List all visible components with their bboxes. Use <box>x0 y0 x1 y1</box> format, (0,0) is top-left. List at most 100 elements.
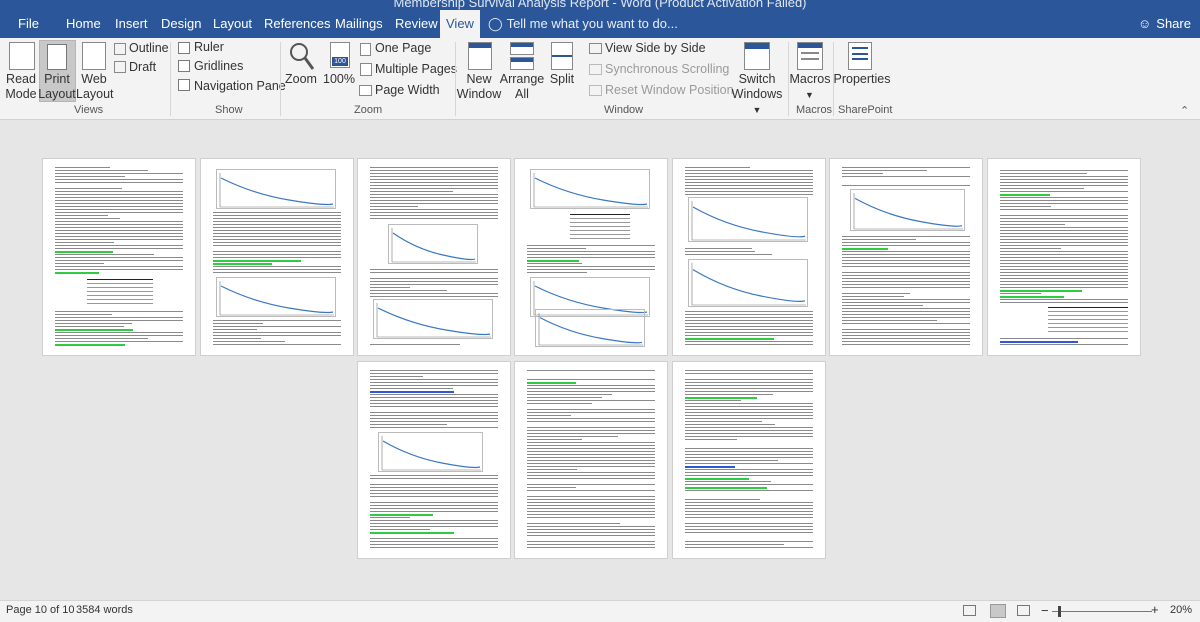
switch-windows-button[interactable]: Switch Windows ▼ <box>726 72 788 118</box>
page-width-button[interactable]: Page Width <box>375 83 440 97</box>
page-thumbnail[interactable] <box>514 361 668 559</box>
zoom-button[interactable]: Zoom <box>283 72 319 87</box>
tab-mailings[interactable]: Mailings <box>329 10 389 38</box>
text-line <box>842 293 911 294</box>
text-line <box>527 433 655 434</box>
zoom-100-button[interactable]: 100% <box>322 72 356 87</box>
text-line <box>55 215 109 216</box>
text-line <box>55 329 133 331</box>
text-line <box>55 272 100 274</box>
page-thumbnail[interactable] <box>357 158 511 356</box>
tab-home[interactable]: Home <box>60 10 107 38</box>
text-line <box>370 478 498 479</box>
text-line <box>685 379 813 380</box>
page-thumbnail[interactable] <box>672 361 826 559</box>
text-line <box>213 215 341 216</box>
tell-me-text: Tell me what you want to do... <box>506 16 678 31</box>
text-line <box>213 254 341 255</box>
text-line <box>685 314 813 315</box>
document-area[interactable] <box>0 120 1200 600</box>
tab-design[interactable]: Design <box>155 10 207 38</box>
text-line <box>1000 275 1128 276</box>
read-mode-button[interactable]: Read Mode <box>2 72 40 102</box>
text-line <box>842 278 970 279</box>
tab-view[interactable]: View <box>440 10 480 38</box>
tab-review[interactable]: Review <box>389 10 444 38</box>
new-window-button[interactable]: New Window <box>456 72 502 102</box>
text-line <box>1000 281 1128 282</box>
switch-windows-icon <box>744 42 770 70</box>
text-line <box>842 239 916 240</box>
new-window-label-2: Window <box>456 87 502 101</box>
zoom-in-icon[interactable]: + <box>1151 602 1159 617</box>
zoom-out-icon[interactable]: − <box>1041 603 1049 618</box>
text-line <box>370 391 455 393</box>
text-line <box>527 436 619 437</box>
word-count[interactable]: 3584 words <box>76 604 133 616</box>
macros-button[interactable]: Macros <box>789 72 831 87</box>
collapse-ribbon-icon[interactable]: ⌃ <box>1180 104 1189 117</box>
text-line <box>685 403 813 404</box>
synchronous-scrolling-button[interactable]: Synchronous Scrolling <box>605 62 729 76</box>
multiple-pages-button[interactable]: Multiple Pages <box>375 62 457 76</box>
page-thumbnail[interactable] <box>829 158 983 356</box>
text-line <box>370 179 498 180</box>
split-button[interactable]: Split <box>546 72 578 87</box>
arrange-all-icon <box>510 42 534 55</box>
page-thumbnail[interactable] <box>672 158 826 356</box>
text-line <box>213 269 341 270</box>
tab-insert[interactable]: Insert <box>109 10 154 38</box>
web-layout-button[interactable]: Web Layout <box>76 72 114 102</box>
print-layout-view-icon[interactable] <box>990 604 1006 618</box>
tell-me-search[interactable]: ◯ Tell me what you want to do... <box>488 10 678 38</box>
text-line <box>685 505 813 506</box>
magnifier-icon <box>290 43 314 70</box>
one-page-button[interactable]: One Page <box>375 41 431 55</box>
text-line <box>685 541 813 542</box>
text-line <box>1000 194 1051 196</box>
text-line <box>55 209 183 210</box>
page-thumbnail[interactable] <box>42 158 196 356</box>
text-line <box>527 451 655 452</box>
tab-references[interactable]: References <box>258 10 336 38</box>
properties-button[interactable]: Properties <box>832 72 892 87</box>
zoom-level[interactable]: 20% <box>1170 604 1192 616</box>
text-line <box>370 526 498 527</box>
view-side-by-side-button[interactable]: View Side by Side <box>605 41 706 55</box>
text-line <box>685 451 813 452</box>
read-mode-view-icon[interactable] <box>963 605 976 616</box>
text-line <box>55 203 183 204</box>
text-line <box>370 412 498 413</box>
text-line <box>55 320 183 321</box>
gridlines-checkbox[interactable] <box>178 60 190 72</box>
tab-layout[interactable]: Layout <box>207 10 258 38</box>
text-line <box>1000 218 1128 219</box>
text-line <box>685 472 813 473</box>
reset-window-position-button[interactable]: Reset Window Position <box>605 83 734 97</box>
draft-button[interactable]: Draft <box>129 60 156 74</box>
text-line <box>55 221 183 222</box>
text-line <box>685 481 772 482</box>
chevron-down-icon: ▼ <box>752 105 762 115</box>
text-line <box>1000 182 1128 183</box>
text-line <box>685 469 813 470</box>
page-thumbnail[interactable] <box>200 158 354 356</box>
text-line <box>370 484 498 485</box>
text-line <box>370 403 498 404</box>
ruler-checkbox[interactable] <box>178 42 190 54</box>
page-thumbnail[interactable] <box>514 158 668 356</box>
web-layout-view-icon[interactable] <box>1017 605 1030 616</box>
text-line <box>685 317 813 318</box>
zoom-slider-track[interactable] <box>1052 611 1152 612</box>
text-line <box>842 323 970 324</box>
arrange-all-button[interactable]: Arrange All <box>499 72 545 102</box>
text-line <box>370 373 498 374</box>
page-thumbnail[interactable] <box>987 158 1141 356</box>
navigation-pane-checkbox[interactable] <box>178 79 190 91</box>
tab-file[interactable]: File <box>12 10 45 38</box>
page-thumbnail[interactable] <box>357 361 511 559</box>
share-button[interactable]: ☺ Share <box>1138 10 1191 38</box>
zoom-slider-thumb[interactable] <box>1058 606 1061 617</box>
outline-button[interactable]: Outline <box>129 41 169 55</box>
page-count[interactable]: Page 10 of 10 <box>6 604 75 616</box>
